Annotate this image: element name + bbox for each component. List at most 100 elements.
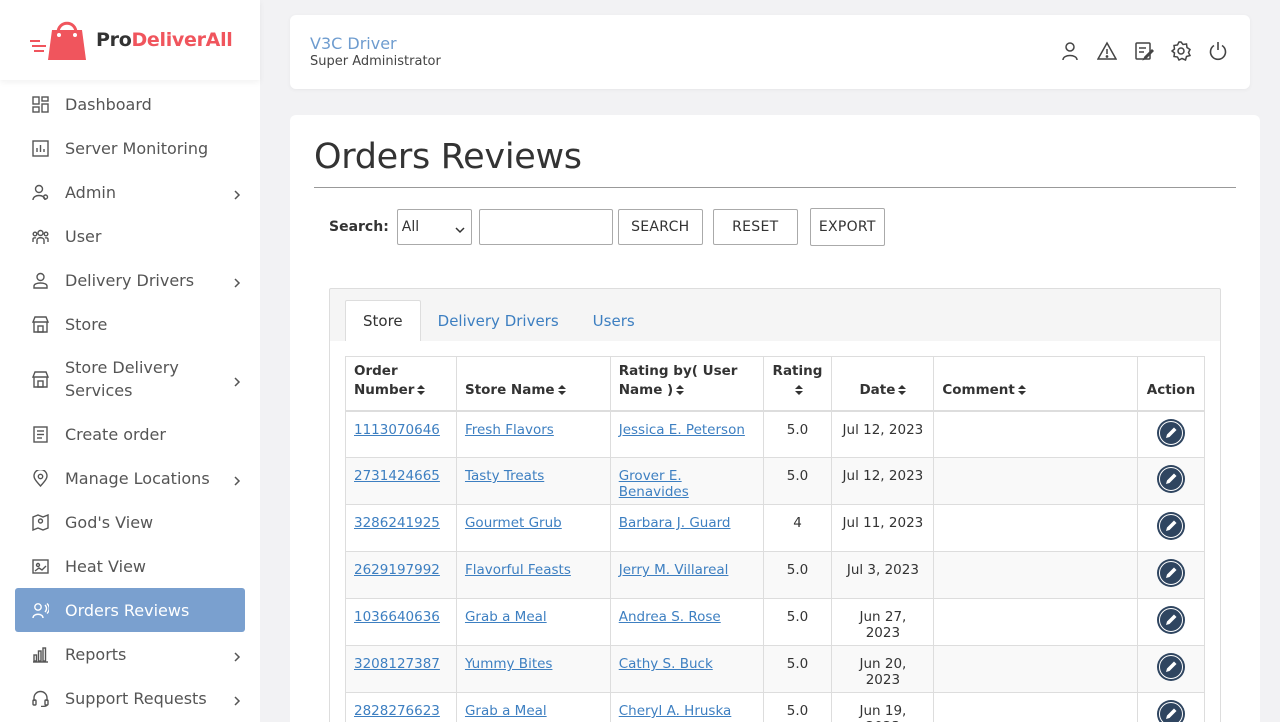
col-rating-label: Rating [772,362,823,379]
user-name-link[interactable]: Cathy S. Buck [619,656,713,672]
store-icon [32,315,49,333]
sidebar-item-store-delivery-services[interactable]: Store Delivery Services [0,346,245,412]
order-number-link[interactable]: 3208127387 [354,656,440,672]
sidebar-item-admin[interactable]: Admin [0,170,245,214]
settings-icon[interactable] [1171,41,1191,61]
user-name-link[interactable]: Barbara J. Guard [619,515,731,531]
col-order-number[interactable]: Order Number [345,356,457,412]
tab-content: Order Number Store Name Rating by( User … [330,341,1220,722]
top-header: V3C Driver Super Administrator [290,15,1250,89]
edit-pencil-icon[interactable] [1156,699,1186,722]
header-user-name: V3C Driver [310,34,397,53]
sort-icon [794,382,803,395]
search-filter-select[interactable]: All [396,209,472,245]
col-rating-by[interactable]: Rating by( User Name ) [609,356,764,412]
sidebar-item-label: Server Monitoring [65,138,209,158]
cell-rating-by: Cheryl A. Hruska [609,692,764,722]
store-name-link[interactable]: Grab a Meal [465,609,547,625]
order-number-link[interactable]: 2629197992 [354,562,440,578]
col-date[interactable]: Date [831,356,935,412]
warning-icon[interactable] [1097,41,1117,61]
user-name-link[interactable]: Grover E. Benavides [619,468,689,500]
edit-pencil-icon[interactable] [1156,605,1186,635]
sidebar-item-dashboard[interactable]: Dashboard [0,82,245,126]
user-name-link[interactable]: Andrea S. Rose [619,609,721,625]
tab-delivery-drivers[interactable]: Delivery Drivers [421,300,576,341]
sidebar-item-user[interactable]: User [0,214,245,258]
reviews-panel: Store Delivery Drivers Users Order Numbe… [329,288,1221,722]
cell-comment [933,645,1138,693]
order-number-link[interactable]: 1036640636 [354,609,440,625]
sort-icon [1017,382,1026,395]
sidebar-item-support-requests[interactable]: Support Requests [0,676,245,720]
sidebar-item-manage-locations[interactable]: Manage Locations [0,456,245,500]
reset-button[interactable]: RESET [712,209,798,245]
store-name-link[interactable]: Grab a Meal [465,703,547,719]
cell-rating: 5.0 [762,692,833,722]
user-name-link[interactable]: Jerry M. Villareal [619,562,729,578]
sidebar-item-label: Heat View [65,556,147,576]
cell-order-number: 2828276623 [345,692,457,722]
user-name-link[interactable]: Cheryl A. Hruska [619,703,732,719]
sidebar-item-heat-view[interactable]: Heat View [0,544,245,588]
order-number-link[interactable]: 2828276623 [354,703,440,719]
cell-rating: 5.0 [762,598,833,646]
search-button[interactable]: SEARCH [617,209,703,245]
edit-pencil-icon[interactable] [1156,558,1186,588]
header-actions [1060,41,1228,61]
store-name-link[interactable]: Gourmet Grub [465,515,562,531]
export-button[interactable]: EXPORT [809,208,885,246]
sidebar-item-delivery-drivers[interactable]: Delivery Drivers [0,258,245,302]
profile-icon[interactable] [1060,41,1080,61]
order-number-link[interactable]: 1113070646 [354,422,440,438]
logo[interactable]: ProDeliverAll [0,0,260,80]
search-input[interactable] [478,209,613,245]
cell-action [1136,410,1206,458]
sidebar-item-reports[interactable]: Reports [0,632,245,676]
col-order-number-label: Order Number [354,362,415,398]
col-rating[interactable]: Rating [762,356,833,412]
search-filter-value: All [401,219,420,235]
store-name-link[interactable]: Fresh Flavors [465,422,554,438]
tab-users[interactable]: Users [576,300,652,341]
main-content: Orders Reviews Search: All SEARCH RESET … [290,115,1260,722]
store-name-link[interactable]: Yummy Bites [465,656,552,672]
sidebar-item-god-s-view[interactable]: God's View [0,500,245,544]
sidebar-item-create-order[interactable]: Create order [0,412,245,456]
tab-store[interactable]: Store [345,300,421,341]
sidebar-item-label: Admin [65,182,116,202]
cell-date: Jun 19, 2023 [831,692,935,722]
power-icon[interactable] [1208,41,1228,61]
chevron-right-icon [231,692,243,706]
table-body: 1113070646 Fresh Flavors Jessica E. Peters… [345,410,1206,722]
brand-pro: Pro [96,29,132,51]
edit-note-icon[interactable] [1134,41,1154,61]
cell-date: Jun 27, 2023 [831,598,935,646]
sidebar-item-orders-reviews[interactable]: Orders Reviews [15,588,245,632]
sidebar-item-store[interactable]: Store [0,302,245,346]
store-name-link[interactable]: Flavorful Feasts [465,562,571,578]
edit-pencil-icon[interactable] [1156,511,1186,541]
chevron-right-icon [231,648,243,662]
col-store-name[interactable]: Store Name [455,356,611,412]
location-pin-icon [32,469,49,487]
sidebar-item-label: Orders Reviews [65,600,190,620]
edit-pencil-icon[interactable] [1156,418,1186,448]
order-number-link[interactable]: 2731424665 [354,468,440,484]
order-number-link[interactable]: 3286241925 [354,515,440,531]
sidebar-item-label: Store Delivery Services [65,358,179,400]
user-name-link[interactable]: Jessica E. Peterson [619,422,745,438]
sidebar-item-server-monitoring[interactable]: Server Monitoring [0,126,245,170]
cell-rating-by: Barbara J. Guard [609,504,764,552]
col-comment[interactable]: Comment [933,356,1138,412]
sidebar-nav: Dashboard Server Monitoring Admin User Deliv… [0,80,260,720]
cell-store-name: Tasty Treats [455,457,611,505]
cell-action [1136,645,1206,693]
sidebar-item-label: Manage Locations [65,468,210,488]
edit-pencil-icon[interactable] [1156,464,1186,494]
sidebar-item-label: Dashboard [65,94,152,114]
store-name-link[interactable]: Tasty Treats [465,468,544,484]
cell-rating: 5.0 [762,410,833,458]
map-view-icon [32,513,49,531]
edit-pencil-icon[interactable] [1156,652,1186,682]
